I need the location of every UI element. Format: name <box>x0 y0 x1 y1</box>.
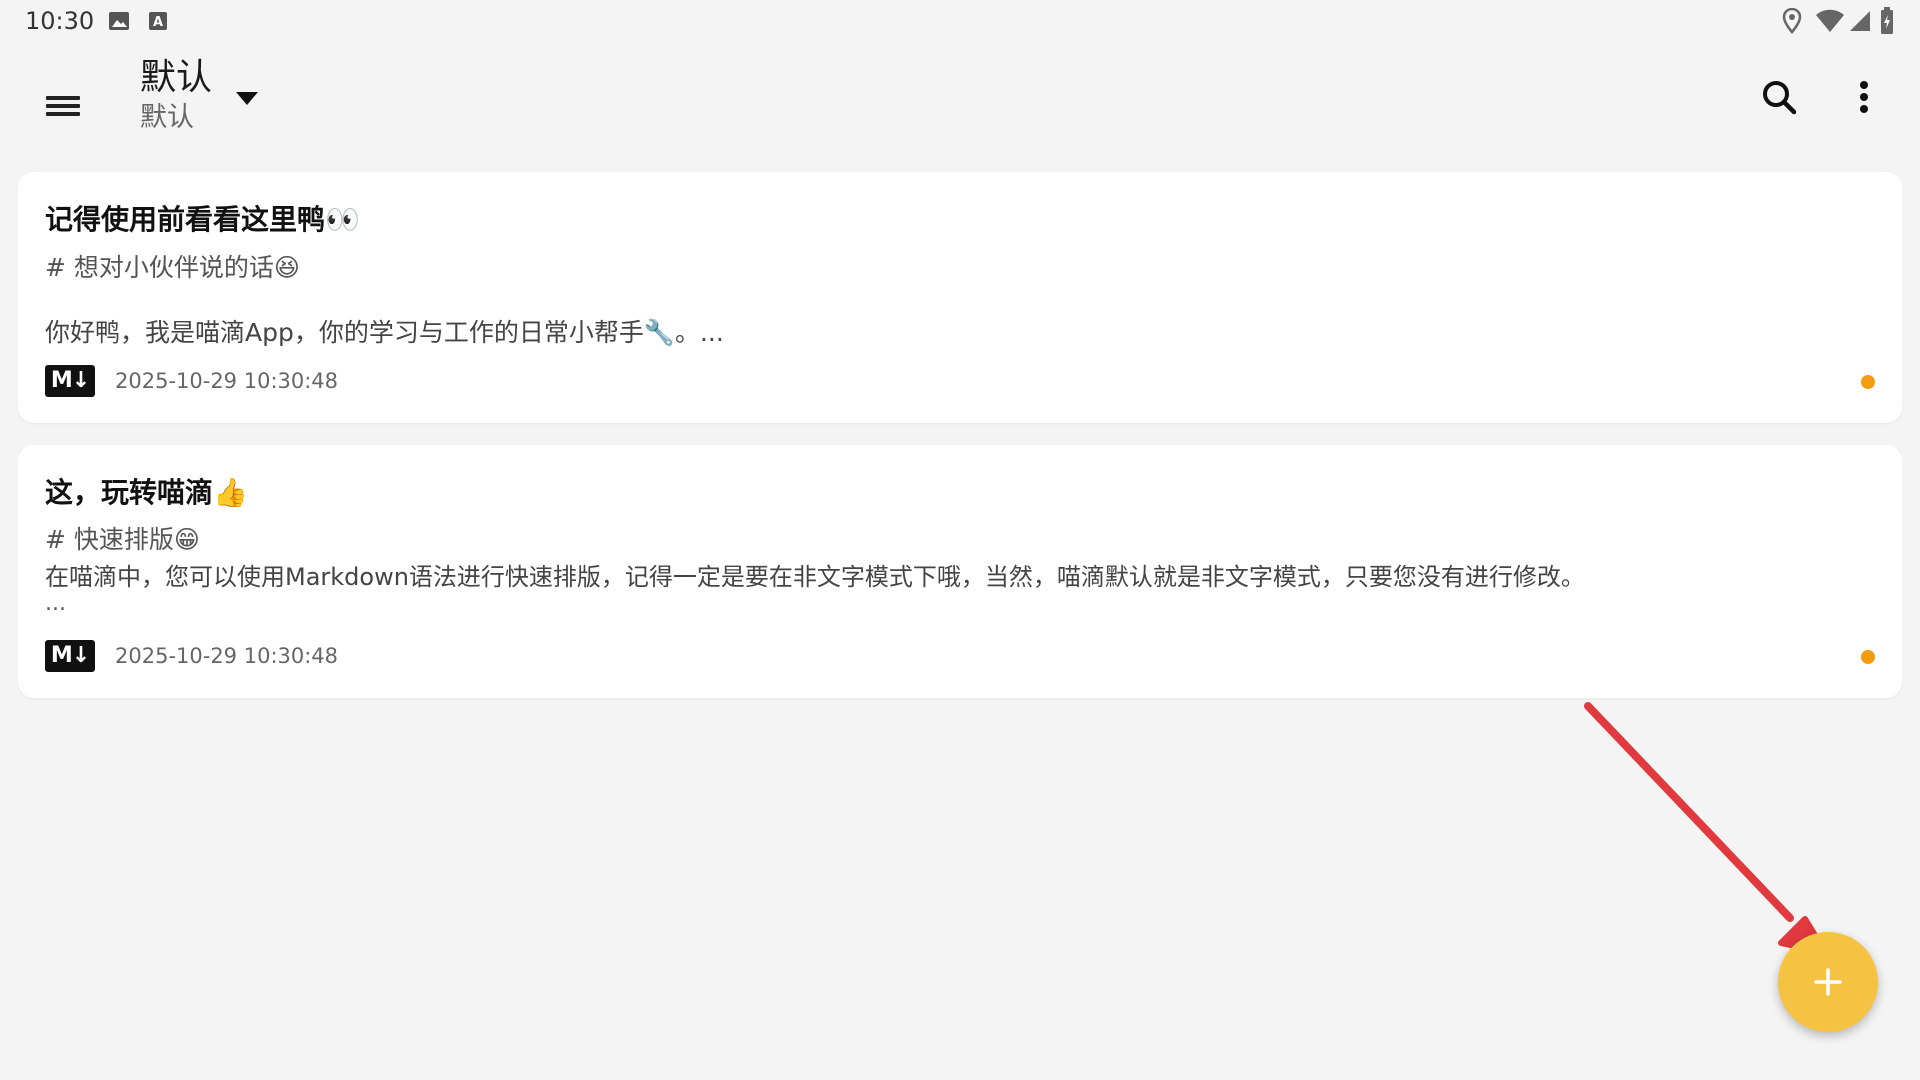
app-bar: 默认 默认 <box>0 44 1920 152</box>
note-preview-ellipsis: ... <box>45 591 66 616</box>
note-timestamp: 2025-10-29 10:30:48 <box>115 644 339 668</box>
note-preview: 你好鸭，我是喵滴App，你的学习与工作的日常小帮手🔧。... <box>45 318 724 347</box>
note-tag: # 快速排版😁 <box>45 525 200 554</box>
markdown-badge-icon: M↓ <box>45 640 95 672</box>
signal-icon <box>1848 9 1872 37</box>
more-options-button[interactable] <box>1846 74 1882 126</box>
notebook-title-block[interactable]: 默认 默认 <box>140 56 212 136</box>
notebook-dropdown-button[interactable] <box>232 84 262 118</box>
note-status-dot <box>1861 650 1875 664</box>
more-vertical-icon <box>1860 81 1868 113</box>
markdown-badge-icon: M↓ <box>45 365 95 397</box>
location-icon <box>1782 7 1802 38</box>
wifi-icon <box>1815 9 1845 37</box>
menu-button[interactable] <box>32 74 96 138</box>
note-status-dot <box>1861 375 1875 389</box>
hamburger-menu-icon <box>46 96 80 116</box>
note-timestamp: 2025-10-29 10:30:48 <box>115 369 339 393</box>
add-note-fab[interactable] <box>1778 932 1878 1032</box>
plus-icon <box>1814 968 1842 996</box>
page-title: 默认 <box>140 57 213 98</box>
svg-text:A: A <box>153 15 163 30</box>
status-time: 10:30 <box>25 7 95 35</box>
search-button[interactable] <box>1756 74 1804 122</box>
keyboard-a-icon: A <box>148 10 168 36</box>
page-subtitle: 默认 <box>140 102 194 133</box>
note-title: 这，玩转喵滴👍 <box>45 476 248 509</box>
note-tag: # 想对小伙伴说的话😆 <box>45 253 300 282</box>
note-card[interactable]: 这，玩转喵滴👍 # 快速排版😁 在喵滴中，您可以使用Markdown语法进行快速… <box>18 445 1902 698</box>
app-screen: 10:30 A 默认 默认 记得使用前看看这里鸭👀 # 想对小伙伴说的话😆 你好… <box>0 0 1920 1080</box>
image-icon <box>108 10 130 36</box>
caret-down-icon <box>236 92 258 105</box>
search-icon <box>1763 81 1797 115</box>
status-bar: 10:30 A <box>0 0 1920 44</box>
battery-icon <box>1880 7 1894 39</box>
note-title: 记得使用前看看这里鸭👀 <box>45 203 360 236</box>
note-preview: 在喵滴中，您可以使用Markdown语法进行快速排版，记得一定是要在非文字模式下… <box>45 563 1585 591</box>
note-card[interactable]: 记得使用前看看这里鸭👀 # 想对小伙伴说的话😆 你好鸭，我是喵滴App，你的学习… <box>18 172 1902 423</box>
